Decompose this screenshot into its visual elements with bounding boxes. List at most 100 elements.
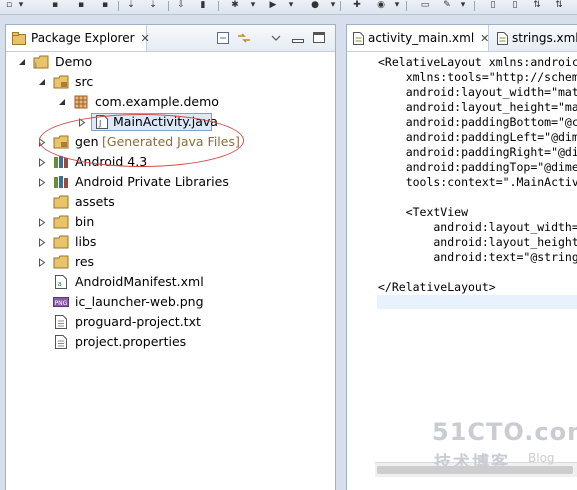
scrollbar-thumb[interactable]	[377, 466, 573, 474]
editor-tab-bar: activity_main.xml ✕ strings.xml	[347, 25, 577, 52]
tree-item-res[interactable]: res	[6, 252, 335, 272]
view-menu-icon[interactable]	[269, 31, 283, 44]
print-icon[interactable]: ▪	[98, 0, 112, 11]
code-line: android:layout_height	[378, 235, 577, 249]
svg-text:J: J	[34, 62, 37, 69]
previous-annotation-icon[interactable]: ⇅	[552, 0, 566, 11]
code-line: android:layout_width="mat	[378, 85, 577, 99]
tree-item-private-libraries[interactable]: Android Private Libraries	[6, 172, 335, 192]
debug-icon[interactable]: ✱	[228, 0, 242, 11]
tree-item-src[interactable]: src	[6, 72, 335, 92]
save-all-icon[interactable]: ▪	[74, 0, 88, 11]
folder-icon	[53, 255, 69, 269]
new-java-package-icon[interactable]: ✚	[350, 0, 364, 11]
collapsed-arrow-icon[interactable]	[77, 112, 87, 132]
tree-item-label: ic_launcher-web.png	[75, 294, 204, 309]
package-explorer-icon	[12, 31, 26, 45]
collapse-all-icon[interactable]	[216, 31, 230, 44]
search-icon[interactable]: ✎	[440, 0, 454, 11]
import-icon[interactable]: ⇣	[124, 0, 138, 11]
toolbar-separator	[118, 1, 119, 11]
dropdown-arrow-icon[interactable]: ▾	[456, 0, 470, 11]
tree-item-label: res	[75, 254, 95, 269]
tree-item-label: src	[75, 74, 94, 89]
horizontal-scrollbar[interactable]	[375, 462, 577, 477]
package-icon	[73, 95, 89, 109]
code-line: <RelativeLayout xmlns:androic	[378, 55, 577, 69]
tree-item-android-manifest[interactable]: a AndroidManifest.xml	[6, 272, 335, 292]
tree-item-libs[interactable]: libs	[6, 232, 335, 252]
dropdown-arrow-icon[interactable]: ▾	[326, 0, 340, 11]
expanded-arrow-icon[interactable]	[37, 72, 47, 92]
tree-item-package[interactable]: com.example.demo	[6, 92, 335, 112]
dropdown-arrow-icon[interactable]: ▾	[390, 0, 404, 11]
run-icon[interactable]: ▶	[266, 0, 280, 11]
collapsed-arrow-icon[interactable]	[37, 212, 47, 232]
tab-label: activity_main.xml	[368, 31, 475, 45]
tab-package-explorer[interactable]: Package Explorer ✕	[6, 25, 150, 51]
tree-item-label: libs	[75, 234, 97, 249]
collapsed-arrow-icon[interactable]	[37, 132, 47, 152]
code-line: android:text="@string	[378, 250, 577, 264]
close-icon[interactable]: ✕	[480, 32, 489, 45]
tree-item-android-43[interactable]: Android 4.3	[6, 152, 335, 172]
folder-icon	[53, 235, 69, 249]
new-java-class-icon[interactable]: ◉	[374, 0, 388, 11]
library-icon	[53, 155, 69, 169]
code-line: <TextView	[378, 205, 469, 219]
maximize-icon[interactable]	[312, 31, 326, 44]
save-icon[interactable]: ▪	[48, 0, 62, 11]
mark-occurrences-icon[interactable]: ▯	[508, 0, 522, 11]
dropdown-arrow-icon[interactable]: ▾	[14, 0, 28, 11]
code-line: android:layout_width=	[378, 220, 577, 234]
toolbar-separator	[340, 1, 341, 11]
avd-manager-icon[interactable]: ▮	[196, 0, 210, 11]
collapsed-arrow-icon[interactable]	[37, 252, 47, 272]
tree-item-gen[interactable]: gen [Generated Java Files]	[6, 132, 335, 152]
code-line: android:layout_height="ma	[378, 100, 577, 114]
java-file-icon: J	[94, 115, 110, 129]
collapsed-arrow-icon[interactable]	[37, 152, 47, 172]
annotation-nav-icon[interactable]: ▯	[486, 0, 500, 11]
xml-file-icon	[497, 31, 508, 45]
project-folder-icon: J	[33, 55, 49, 69]
tree-item-label: gen	[75, 134, 99, 149]
folder-icon	[53, 215, 69, 229]
code-area[interactable]: <RelativeLayout xmlns:androic xmlns:tool…	[347, 52, 577, 462]
expanded-arrow-icon[interactable]	[57, 92, 67, 112]
source-folder-icon	[53, 135, 69, 149]
close-icon[interactable]: ✕	[141, 32, 150, 45]
svg-text:J: J	[98, 119, 101, 128]
tree-item-label: proguard-project.txt	[75, 314, 201, 329]
sdk-manager-icon[interactable]: ⇩	[174, 0, 188, 11]
tab-strings-xml[interactable]: strings.xml	[491, 25, 577, 51]
tree-item-bin[interactable]: bin	[6, 212, 335, 232]
tab-activity-main-xml[interactable]: activity_main.xml ✕	[347, 25, 489, 51]
next-annotation-icon[interactable]: ⇅	[530, 0, 544, 11]
open-type-icon[interactable]: ▭	[418, 0, 432, 11]
tree-item-label: Demo	[55, 54, 93, 69]
minimize-icon[interactable]	[291, 31, 305, 44]
link-with-editor-icon[interactable]	[237, 31, 251, 44]
dropdown-arrow-icon[interactable]: ▾	[284, 0, 298, 11]
tree-item-demo[interactable]: J Demo	[6, 52, 335, 72]
tree-item-project-properties[interactable]: project.properties	[6, 332, 335, 352]
tree-item-launcher-png[interactable]: PNG ic_launcher-web.png	[6, 292, 335, 312]
tree-item-proguard[interactable]: proguard-project.txt	[6, 312, 335, 332]
library-icon	[53, 175, 69, 189]
toolbar-separator	[406, 1, 407, 11]
collapsed-arrow-icon[interactable]	[37, 172, 47, 192]
code-line: tools:context=".MainActiv	[378, 175, 577, 189]
dropdown-arrow-icon[interactable]: ▾	[246, 0, 260, 11]
tree-item-assets[interactable]: assets	[6, 192, 335, 212]
tree-item-label: Android Private Libraries	[75, 174, 229, 189]
collapsed-arrow-icon[interactable]	[37, 232, 47, 252]
tree-item-main-activity[interactable]: J MainActivity.java	[6, 112, 335, 132]
tree-item-label: Android 4.3	[75, 154, 148, 169]
export-icon[interactable]: ⇣	[146, 0, 160, 11]
current-line-highlight	[377, 295, 577, 309]
external-tools-icon[interactable]: ●	[308, 0, 322, 11]
png-file-icon: PNG	[53, 295, 69, 309]
expanded-arrow-icon[interactable]	[17, 52, 27, 72]
code-line: android:paddingTop="@dime	[378, 160, 577, 174]
